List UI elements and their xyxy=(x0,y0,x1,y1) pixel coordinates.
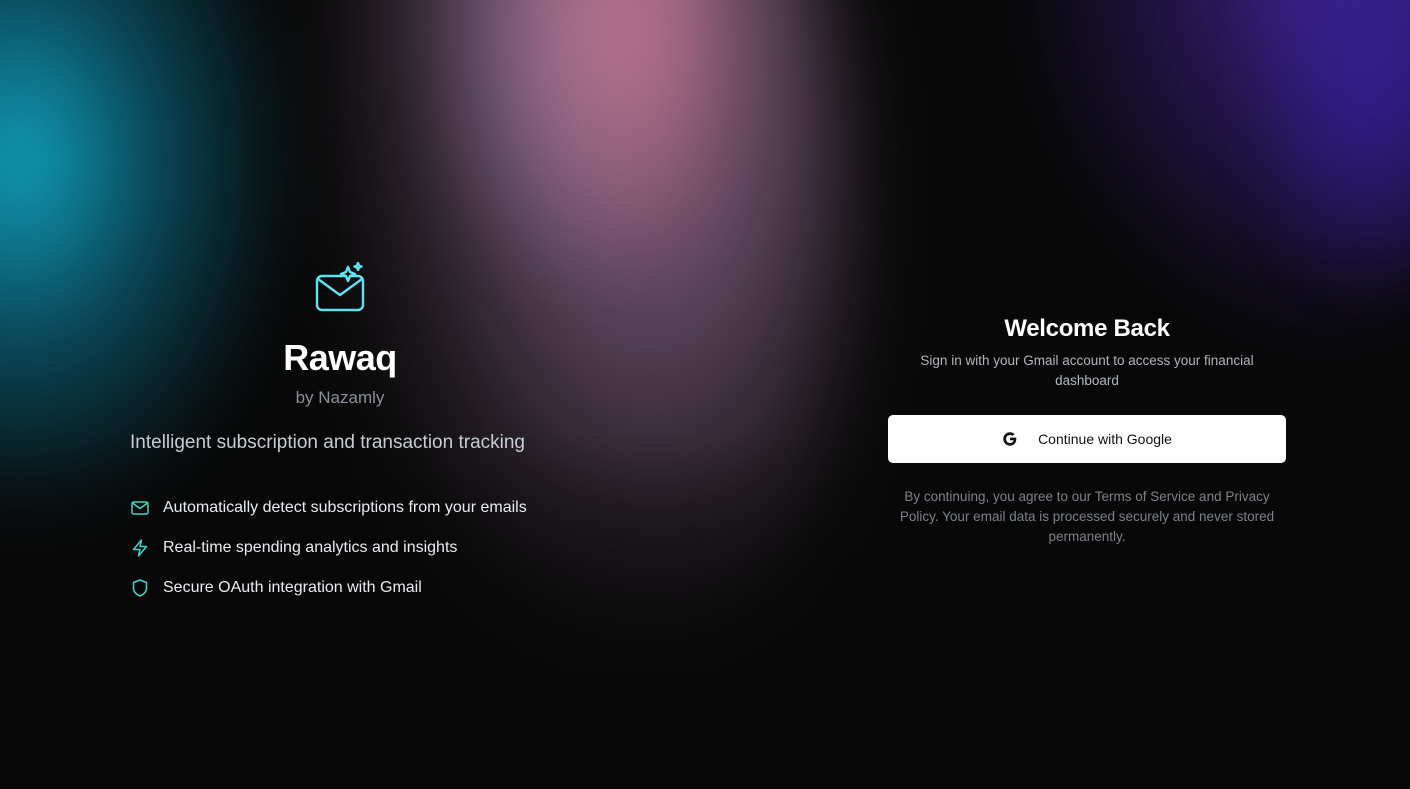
branding-panel: Rawaq by Nazamly Intelligent subscriptio… xyxy=(130,261,550,624)
mail-sparkle-icon xyxy=(314,261,366,314)
brand-tagline: Intelligent subscription and transaction… xyxy=(130,432,526,453)
lightning-icon xyxy=(130,538,150,558)
feature-list: Automatically detect subscriptions from … xyxy=(130,488,550,608)
login-page: Rawaq by Nazamly Intelligent subscriptio… xyxy=(0,0,1410,789)
feature-item-email-detection: Automatically detect subscriptions from … xyxy=(130,488,550,528)
login-description: Sign in with your Gmail account to acces… xyxy=(920,353,1254,388)
google-icon xyxy=(1002,431,1018,447)
google-button-label: Continue with Google xyxy=(1038,431,1172,447)
feature-label: Automatically detect subscriptions from … xyxy=(163,499,527,516)
mail-icon xyxy=(130,498,150,518)
login-title: Welcome Back xyxy=(1004,315,1170,342)
feature-label: Secure OAuth integration with Gmail xyxy=(163,579,422,596)
login-panel: Welcome Back Sign in with your Gmail acc… xyxy=(888,313,1286,547)
feature-item-oauth: Secure OAuth integration with Gmail xyxy=(130,568,550,608)
feature-label: Real-time spending analytics and insight… xyxy=(163,539,458,556)
continue-with-google-button[interactable]: Continue with Google xyxy=(888,415,1286,463)
shield-icon xyxy=(130,578,150,598)
brand-subtitle: by Nazamly xyxy=(295,388,385,407)
brand-title: Rawaq xyxy=(283,337,397,378)
feature-item-analytics: Real-time spending analytics and insight… xyxy=(130,528,550,568)
terms-notice: By continuing, you agree to our Terms of… xyxy=(899,489,1275,544)
